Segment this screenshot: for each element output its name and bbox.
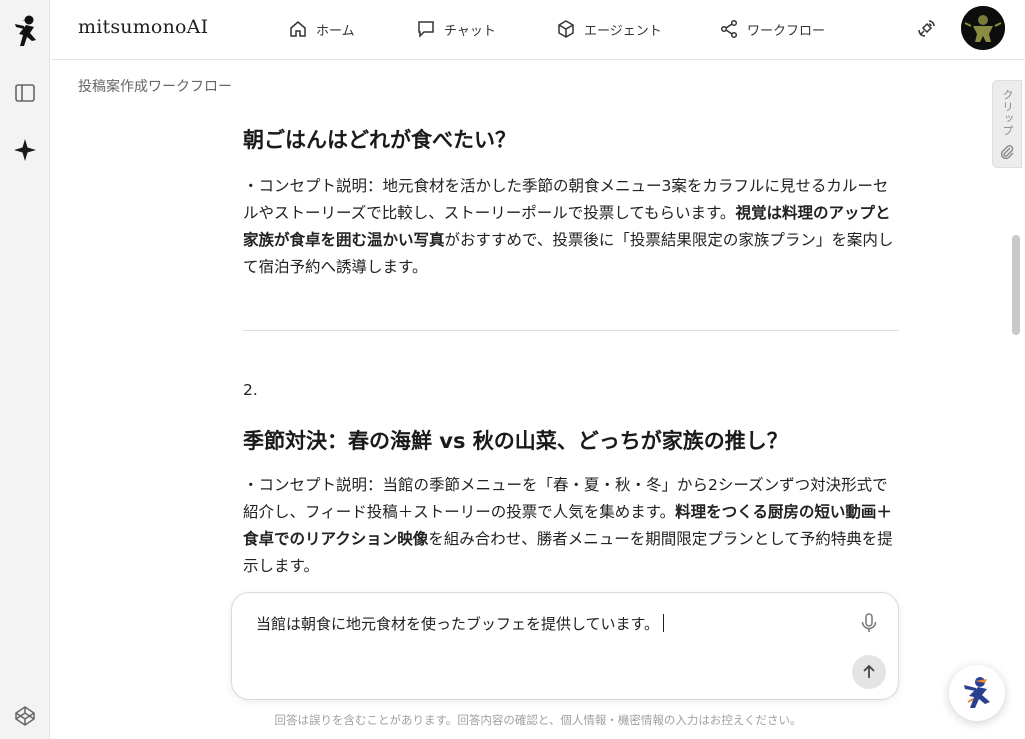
clip-tab-label: クリップ [1001,89,1014,137]
brand-name[interactable]: mitsumonoAI [78,16,208,38]
breadcrumb: 投稿案作成ワークフロー [78,79,232,95]
avatar[interactable] [961,6,1005,50]
codepen-icon[interactable] [13,704,37,728]
mic-icon[interactable] [858,612,880,634]
text-caret [663,614,665,632]
satellite-icon[interactable] [915,18,937,40]
nav-home-label: ホーム [316,23,355,39]
home-icon [290,21,306,37]
nav-workflow-label: ワークフロー [747,23,826,39]
message-input-value: 当館は朝食に地元食材を使ったブッフェを提供しています。 [256,615,660,633]
divider [243,330,899,331]
top-header: mitsumonoAI ホーム チャット エージェント ワークフロー [51,0,1025,60]
scrollbar-thumb[interactable] [1012,235,1020,335]
nav-chat[interactable]: チャット [416,17,496,41]
section-2-body: ・コンセプト説明：当館の季節メニューを「春・夏・秋・冬」から2シーズンずつ対決形… [243,472,899,580]
disclaimer: 回答は誤りを含むことがあります。回答内容の確認と、個人情報・機密情報の入力はお控… [274,713,802,727]
left-rail [0,0,50,739]
arrow-up-icon [863,664,875,678]
section-2-title: 季節対決：春の海鮮 vs 秋の山菜、どっちが家族の推し？ [243,429,788,453]
share-icon [720,19,738,39]
message-input[interactable]: 当館は朝食に地元食材を使ったブッフェを提供しています。 [256,613,665,634]
nav-agent[interactable]: エージェント [556,17,662,41]
nav-agent-label: エージェント [584,23,662,39]
sidebar-toggle-icon[interactable] [13,81,37,105]
cube-icon [558,20,574,38]
message-composer[interactable]: 当館は朝食に地元食材を使ったブッフェを提供しています。 [231,592,899,700]
send-button[interactable] [852,655,886,689]
nav-workflow[interactable]: ワークフロー [719,17,825,41]
assistant-fab-button[interactable] [949,665,1005,721]
paperclip-icon [1000,145,1014,159]
nav-chat-label: チャット [444,23,496,39]
ninja-logo-icon[interactable] [9,14,41,50]
ninja-mascot-icon [964,677,990,708]
section-2-number: 2. [243,381,258,399]
chat-icon [418,21,434,38]
section-1-title: 朝ごはんはどれが食べたい？ [243,128,516,152]
sparkle-icon[interactable] [13,138,37,162]
message-content: 朝ごはんはどれが食べたい？ ・コンセプト説明：地元食材を活かした季節の朝食メニュ… [243,110,899,588]
section-1-body: ・コンセプト説明：地元食材を活かした季節の朝食メニュー3案をカラフルに見せるカル… [243,173,899,281]
clip-tab[interactable]: クリップ [992,80,1022,168]
nav-home[interactable]: ホーム [288,17,355,41]
